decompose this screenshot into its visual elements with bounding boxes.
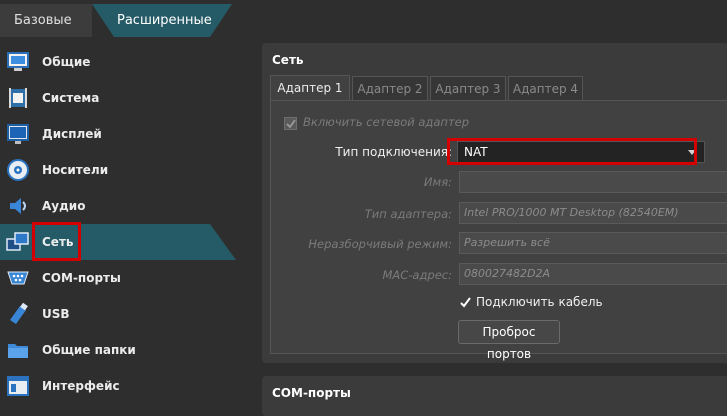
sidebar-item-interface[interactable]: Интерфейс: [0, 368, 248, 404]
adapter-type-value: Intel PRO/1000 MT Desktop (82540EM): [464, 206, 679, 219]
sidebar-item-shared-folders[interactable]: Общие папки: [0, 332, 248, 368]
tab-advanced-mode[interactable]: Расширенные: [92, 4, 232, 37]
section-title: Сеть: [272, 53, 304, 67]
sidebar-item-label: COM-порты: [42, 271, 121, 285]
sidebar-item-label: Общие: [42, 55, 91, 69]
network-icon: [6, 230, 30, 254]
chip-icon: [6, 86, 30, 110]
sidebar-item-label: Общие папки: [42, 343, 136, 357]
display-icon: [6, 122, 30, 146]
tab-adapter-2[interactable]: Адаптер 2: [352, 76, 428, 100]
promiscuous-mode-label: Неразборчивый режим:: [308, 237, 452, 251]
attached-to-label: Тип подключения:: [335, 145, 452, 159]
sidebar-item-label: Аудио: [42, 199, 86, 213]
tab-label: Адаптер 4: [512, 82, 579, 96]
speaker-icon: [6, 194, 30, 218]
promiscuous-mode-value: Разрешить всё: [464, 236, 550, 249]
mode-tabs: Базовые Расширенные: [0, 0, 727, 38]
sidebar-item-serial-ports[interactable]: COM-порты: [0, 260, 248, 296]
tab-adapter-4[interactable]: Адаптер 4: [508, 76, 583, 100]
sidebar-item-label: Система: [42, 91, 100, 105]
tab-adapter-1[interactable]: Адаптер 1: [270, 75, 350, 101]
sidebar-item-general[interactable]: Общие: [0, 44, 248, 80]
tab-basic-mode[interactable]: Базовые: [0, 4, 92, 37]
promiscuous-mode-select[interactable]: Разрешить всё: [459, 232, 727, 254]
sidebar-item-label: USB: [42, 307, 70, 321]
attached-to-highlight-box: [447, 138, 697, 165]
mac-address-label: MAC-адрес:: [382, 268, 452, 282]
tab-label: Адаптер 1: [277, 81, 343, 95]
sidebar-item-system[interactable]: Система: [0, 80, 248, 116]
window-icon: [6, 374, 30, 398]
mac-address-value: 080027482D2A: [464, 267, 550, 280]
sidebar-item-label: Дисплей: [42, 127, 102, 141]
sidebar-item-usb[interactable]: USB: [0, 296, 248, 332]
disk-icon: [6, 158, 30, 182]
network-highlight-box: [32, 222, 81, 261]
adapter-type-label: Тип адаптера:: [364, 207, 452, 221]
adapter-type-select[interactable]: Intel PRO/1000 MT Desktop (82540EM): [459, 202, 727, 224]
serial-port-icon: [6, 266, 30, 290]
enable-adapter-label: Включить сетевой адаптер: [303, 115, 470, 129]
sidebar-item-storage[interactable]: Носители: [0, 152, 248, 188]
network-panel: Сеть Адаптер 1 Адаптер 2 Адаптер 3 Адапт…: [262, 43, 727, 363]
enable-adapter-checkbox[interactable]: [284, 117, 297, 130]
sidebar-item-label: Интерфейс: [42, 379, 120, 393]
folder-icon: [6, 338, 30, 362]
sidebar-item-label: Носители: [42, 163, 109, 177]
tab-label: Адаптер 2: [357, 82, 423, 96]
port-forwarding-button[interactable]: Проброс портов: [458, 320, 560, 361]
usb-icon: [6, 302, 30, 326]
mac-address-field[interactable]: 080027482D2A: [459, 263, 727, 285]
name-label: Имя:: [423, 175, 452, 189]
serial-ports-panel: COM-порты: [262, 376, 727, 416]
sidebar-item-audio[interactable]: Аудио: [0, 188, 248, 224]
tab-adapter-3[interactable]: Адаптер 3: [430, 76, 506, 100]
sidebar-item-display[interactable]: Дисплей: [0, 116, 248, 152]
section-title: COM-порты: [272, 386, 351, 400]
monitor-icon: [6, 50, 30, 74]
name-field[interactable]: [459, 171, 727, 193]
tab-label: Адаптер 3: [435, 82, 501, 96]
cable-connected-label: Подключить кабель: [476, 295, 603, 309]
cable-connected-checkbox[interactable]: [459, 296, 472, 309]
